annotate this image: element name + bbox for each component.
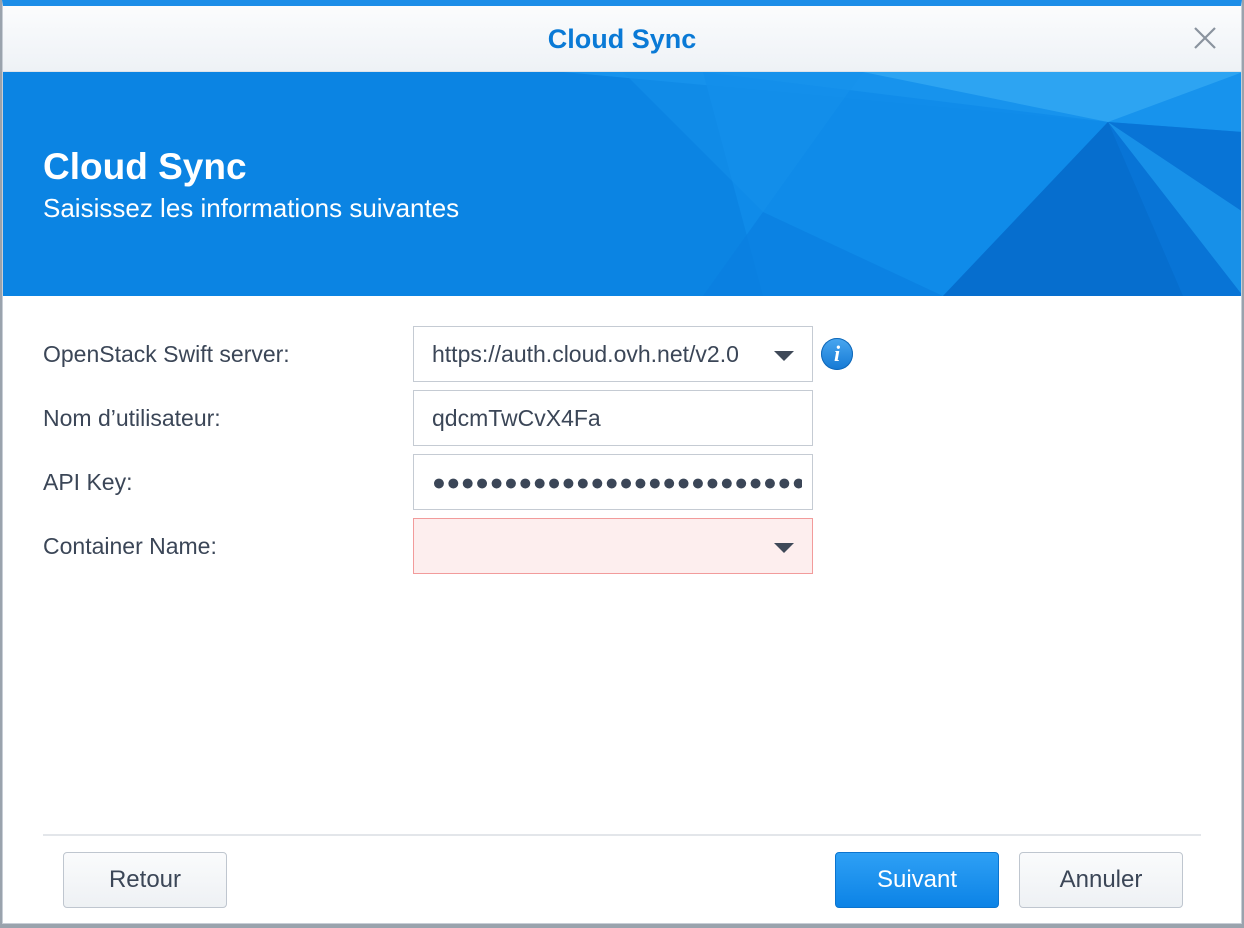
chevron-down-icon[interactable] <box>774 543 794 553</box>
window-title: Cloud Sync <box>547 24 697 54</box>
server-select[interactable]: https://auth.cloud.ovh.net/v2.0 <box>413 326 813 382</box>
title-bar: Cloud Sync <box>3 6 1241 72</box>
info-icon[interactable]: i <box>821 338 853 370</box>
server-label: OpenStack Swift server: <box>43 341 290 367</box>
api-key-field[interactable]: ●●●●●●●●●●●●●●●●●●●●●●●●●●●●●●●● <box>413 454 813 510</box>
container-select[interactable] <box>413 518 813 574</box>
username-label: Nom d’utilisateur: <box>43 405 221 431</box>
api-key-row: API Key: ●●●●●●●●●●●●●●●●●●●●●●●●●●●●●●●… <box>43 454 863 510</box>
container-row: Container Name: <box>43 518 863 574</box>
cancel-button[interactable]: Annuler <box>1019 852 1183 908</box>
banner-subtitle: Saisissez les informations suivantes <box>43 193 460 223</box>
header-banner: Cloud Sync Saisissez les informations su… <box>3 72 1241 296</box>
close-icon[interactable] <box>1191 24 1219 52</box>
next-button[interactable]: Suivant <box>835 852 999 908</box>
back-button[interactable]: Retour <box>63 852 227 908</box>
username-row: Nom d’utilisateur: qdcmTwCvX4Fa <box>43 390 863 446</box>
server-row: OpenStack Swift server: https://auth.clo… <box>43 326 863 382</box>
container-value <box>432 519 754 573</box>
footer-divider <box>43 834 1201 836</box>
container-label: Container Name: <box>43 533 217 559</box>
chevron-down-icon[interactable] <box>774 351 794 361</box>
username-field[interactable]: qdcmTwCvX4Fa <box>413 390 813 446</box>
banner-title: Cloud Sync <box>43 146 247 187</box>
api-key-label: API Key: <box>43 469 133 495</box>
username-value: qdcmTwCvX4Fa <box>432 405 601 431</box>
api-key-value: ●●●●●●●●●●●●●●●●●●●●●●●●●●●●●●●● <box>432 469 802 495</box>
cloud-sync-dialog: Cloud Sync Cloud Sync Saisissez les info… <box>2 0 1242 924</box>
server-value: https://auth.cloud.ovh.net/v2.0 <box>432 341 739 367</box>
